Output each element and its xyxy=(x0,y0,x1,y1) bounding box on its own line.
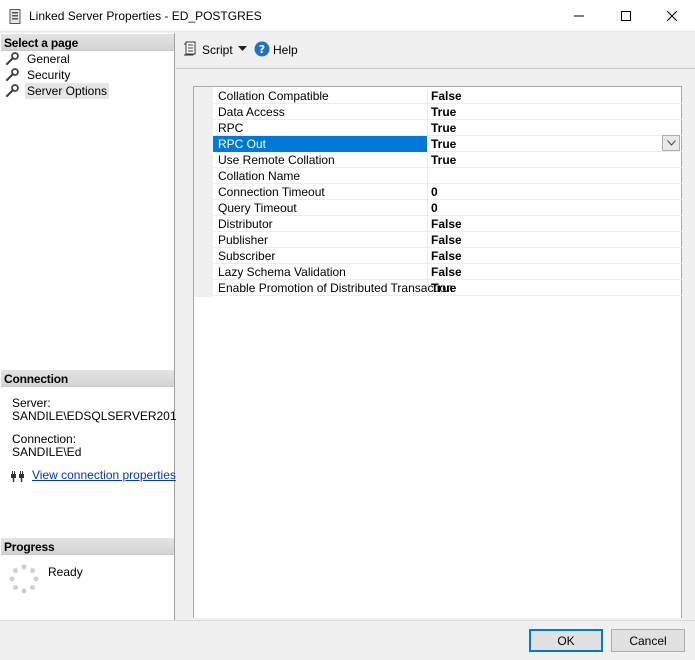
property-name: Collation Name xyxy=(218,169,301,183)
property-value[interactable]: True xyxy=(431,281,456,295)
property-name: Distributor xyxy=(218,217,273,231)
column-divider xyxy=(427,216,428,232)
page-item-label: General xyxy=(27,52,70,66)
progress-spinner-icon xyxy=(9,564,39,594)
property-row[interactable]: Publisher False xyxy=(213,232,682,248)
property-row[interactable]: RPC Out True xyxy=(213,136,682,152)
property-row[interactable]: Collation Compatible False xyxy=(213,88,682,104)
server-value: SANDILE\EDSQLSERVER2019 xyxy=(12,409,184,423)
property-value[interactable]: True xyxy=(431,105,456,119)
property-row[interactable]: Subscriber False xyxy=(213,248,682,264)
minimize-button[interactable] xyxy=(556,0,602,32)
column-divider xyxy=(427,136,428,152)
connection-properties-icon xyxy=(11,471,24,482)
view-connection-properties-link[interactable]: View connection properties xyxy=(32,468,176,482)
property-name: Enable Promotion of Distributed Transact… xyxy=(218,281,453,295)
property-name: Query Timeout xyxy=(218,201,297,215)
property-row[interactable]: RPC True xyxy=(213,120,682,136)
property-value[interactable]: False xyxy=(431,249,462,263)
property-row[interactable]: Connection Timeout 0 xyxy=(213,184,682,200)
script-button[interactable]: Script xyxy=(202,43,233,57)
page-item-label: Security xyxy=(27,68,71,82)
title-bar: Linked Server Properties - ED_POSTGRES xyxy=(0,0,695,32)
property-row[interactable]: Collation Name xyxy=(213,168,682,184)
property-name: Data Access xyxy=(218,105,285,119)
help-button[interactable]: Help xyxy=(273,43,298,57)
wrench-icon xyxy=(5,68,19,82)
property-value[interactable]: True xyxy=(431,121,456,135)
minimize-icon xyxy=(574,15,584,17)
column-divider xyxy=(427,200,428,216)
svg-text:?: ? xyxy=(259,43,265,56)
property-value[interactable]: False xyxy=(431,217,462,231)
window-title: Linked Server Properties - ED_POSTGRES xyxy=(29,9,262,23)
column-divider xyxy=(427,88,428,104)
wrench-icon xyxy=(5,84,19,98)
property-row[interactable]: Data Access True xyxy=(213,104,682,120)
left-pane xyxy=(0,33,175,620)
close-button[interactable] xyxy=(649,0,695,32)
column-divider xyxy=(427,248,428,264)
ok-button[interactable]: OK xyxy=(529,629,603,652)
property-row[interactable]: Enable Promotion of Distributed Transact… xyxy=(213,280,682,296)
property-grid: Collation Compatible False Data Access True… xyxy=(193,86,682,618)
maximize-button[interactable] xyxy=(603,0,649,32)
grid-gutter xyxy=(194,87,213,297)
property-row[interactable]: Lazy Schema Validation False xyxy=(213,264,682,280)
chevron-down-icon xyxy=(666,140,676,146)
property-row[interactable]: Use Remote Collation True xyxy=(213,152,682,168)
column-divider xyxy=(427,168,428,184)
property-name: Use Remote Collation xyxy=(218,153,335,167)
chevron-down-icon[interactable] xyxy=(238,46,247,52)
wrench-icon xyxy=(5,52,19,66)
server-icon xyxy=(9,9,21,24)
column-divider xyxy=(427,184,428,200)
column-divider xyxy=(427,104,428,120)
value-dropdown-button[interactable] xyxy=(662,135,680,151)
column-divider xyxy=(427,280,428,296)
property-name: Subscriber xyxy=(218,249,276,263)
page-item-security[interactable]: Security xyxy=(5,67,72,83)
connection-header: Connection xyxy=(1,370,174,387)
help-icon[interactable]: ? xyxy=(254,41,270,57)
property-name: Publisher xyxy=(218,233,269,247)
property-value[interactable]: 0 xyxy=(431,201,438,215)
close-icon xyxy=(667,11,677,21)
property-name: RPC Out xyxy=(218,137,267,151)
property-value[interactable]: False xyxy=(431,265,462,279)
column-divider xyxy=(427,264,428,280)
page-item-server-options[interactable]: Server Options xyxy=(5,83,110,99)
property-row[interactable]: Query Timeout 0 xyxy=(213,200,682,216)
column-divider xyxy=(427,152,428,168)
cancel-button[interactable]: Cancel xyxy=(611,629,685,652)
select-page-header: Select a page xyxy=(1,34,174,51)
progress-header: Progress xyxy=(1,538,174,555)
column-divider xyxy=(427,232,428,248)
property-value[interactable]: True xyxy=(431,153,456,167)
property-row[interactable]: Distributor False xyxy=(213,216,682,232)
property-value[interactable]: False xyxy=(431,89,462,103)
progress-status: Ready xyxy=(48,565,83,579)
column-divider xyxy=(427,120,428,136)
property-value[interactable]: False xyxy=(431,233,462,247)
maximize-icon xyxy=(621,11,631,21)
property-value[interactable]: 0 xyxy=(431,185,438,199)
connection-value: SANDILE\Ed xyxy=(12,445,82,459)
property-value[interactable]: True xyxy=(431,137,456,151)
property-name: Lazy Schema Validation xyxy=(218,265,346,279)
property-name: Connection Timeout xyxy=(218,185,325,199)
page-item-label: Server Options xyxy=(25,83,110,99)
property-name: RPC xyxy=(218,121,244,135)
script-icon[interactable] xyxy=(183,41,197,57)
property-name: Collation Compatible xyxy=(218,89,329,103)
page-item-general[interactable]: General xyxy=(5,51,72,67)
